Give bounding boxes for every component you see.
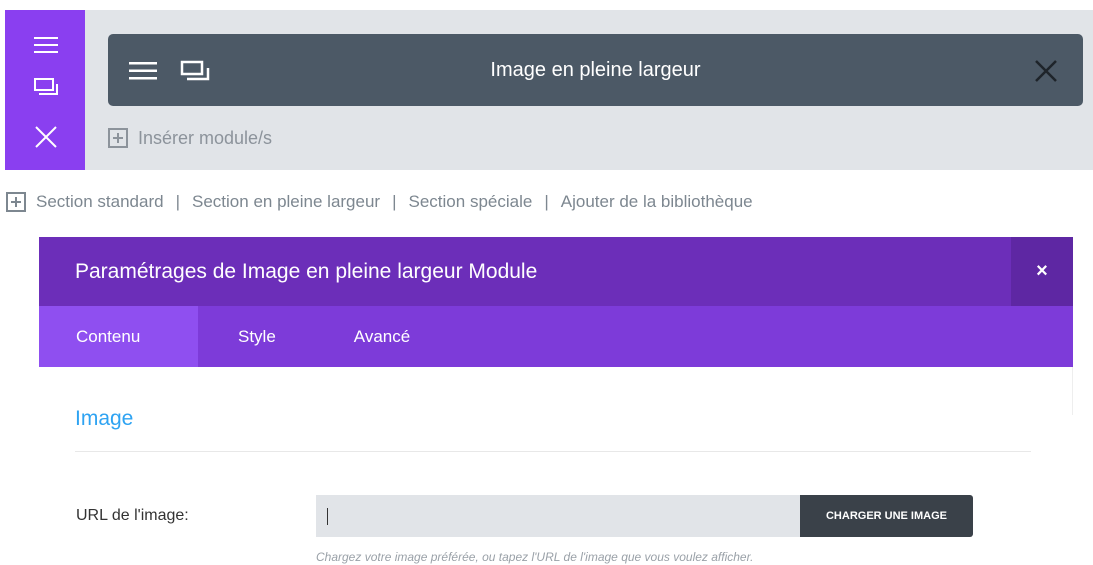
add-from-library-link[interactable]: Ajouter de la bibliothèque — [561, 192, 753, 212]
modal-tabs: Contenu Style Avancé — [39, 306, 1073, 367]
duplicate-icon[interactable] — [31, 72, 61, 102]
separator: | — [392, 192, 397, 211]
modal-content: Image URL de l'image: CHARGER UNE IMAGE … — [39, 367, 1073, 565]
section-special-link[interactable]: Section spéciale — [409, 192, 533, 212]
plus-icon — [6, 192, 26, 212]
section-standard-link[interactable]: Section standard — [36, 192, 164, 212]
plus-icon — [108, 128, 128, 148]
section-title: Image — [75, 407, 134, 430]
upload-image-button[interactable]: CHARGER UNE IMAGE — [800, 495, 973, 537]
modal-title: Paramétrages de Image en pleine largeur … — [75, 260, 538, 283]
image-url-input[interactable] — [316, 495, 800, 537]
modal-close-button[interactable]: × — [1011, 237, 1073, 306]
add-section-bar: Section standard | Section en pleine lar… — [6, 188, 753, 216]
insert-module-link[interactable]: Insérer module/s — [108, 123, 272, 153]
insert-module-label: Insérer module/s — [138, 127, 273, 148]
module-bar[interactable]: Image en pleine largeur — [108, 34, 1083, 106]
hamburger-icon[interactable] — [31, 30, 61, 60]
module-title: Image en pleine largeur — [490, 59, 701, 81]
close-icon[interactable] — [31, 122, 61, 152]
modal-header: Paramétrages de Image en pleine largeur … — [39, 237, 1073, 306]
text-caret — [327, 508, 328, 525]
section-controls — [5, 10, 85, 170]
image-url-label: URL de l'image: — [76, 507, 189, 524]
tab-style[interactable]: Style — [198, 306, 318, 367]
divider — [75, 451, 1031, 452]
separator: | — [544, 192, 549, 211]
close-icon[interactable] — [1031, 56, 1061, 86]
field-help-text: Chargez votre image préférée, ou tapez l… — [316, 550, 754, 564]
tab-contenu[interactable]: Contenu — [39, 306, 198, 367]
tab-avance[interactable]: Avancé — [318, 306, 446, 367]
section-fullwidth-link[interactable]: Section en pleine largeur — [192, 192, 380, 212]
separator: | — [175, 192, 181, 211]
content-edge — [1072, 367, 1073, 415]
